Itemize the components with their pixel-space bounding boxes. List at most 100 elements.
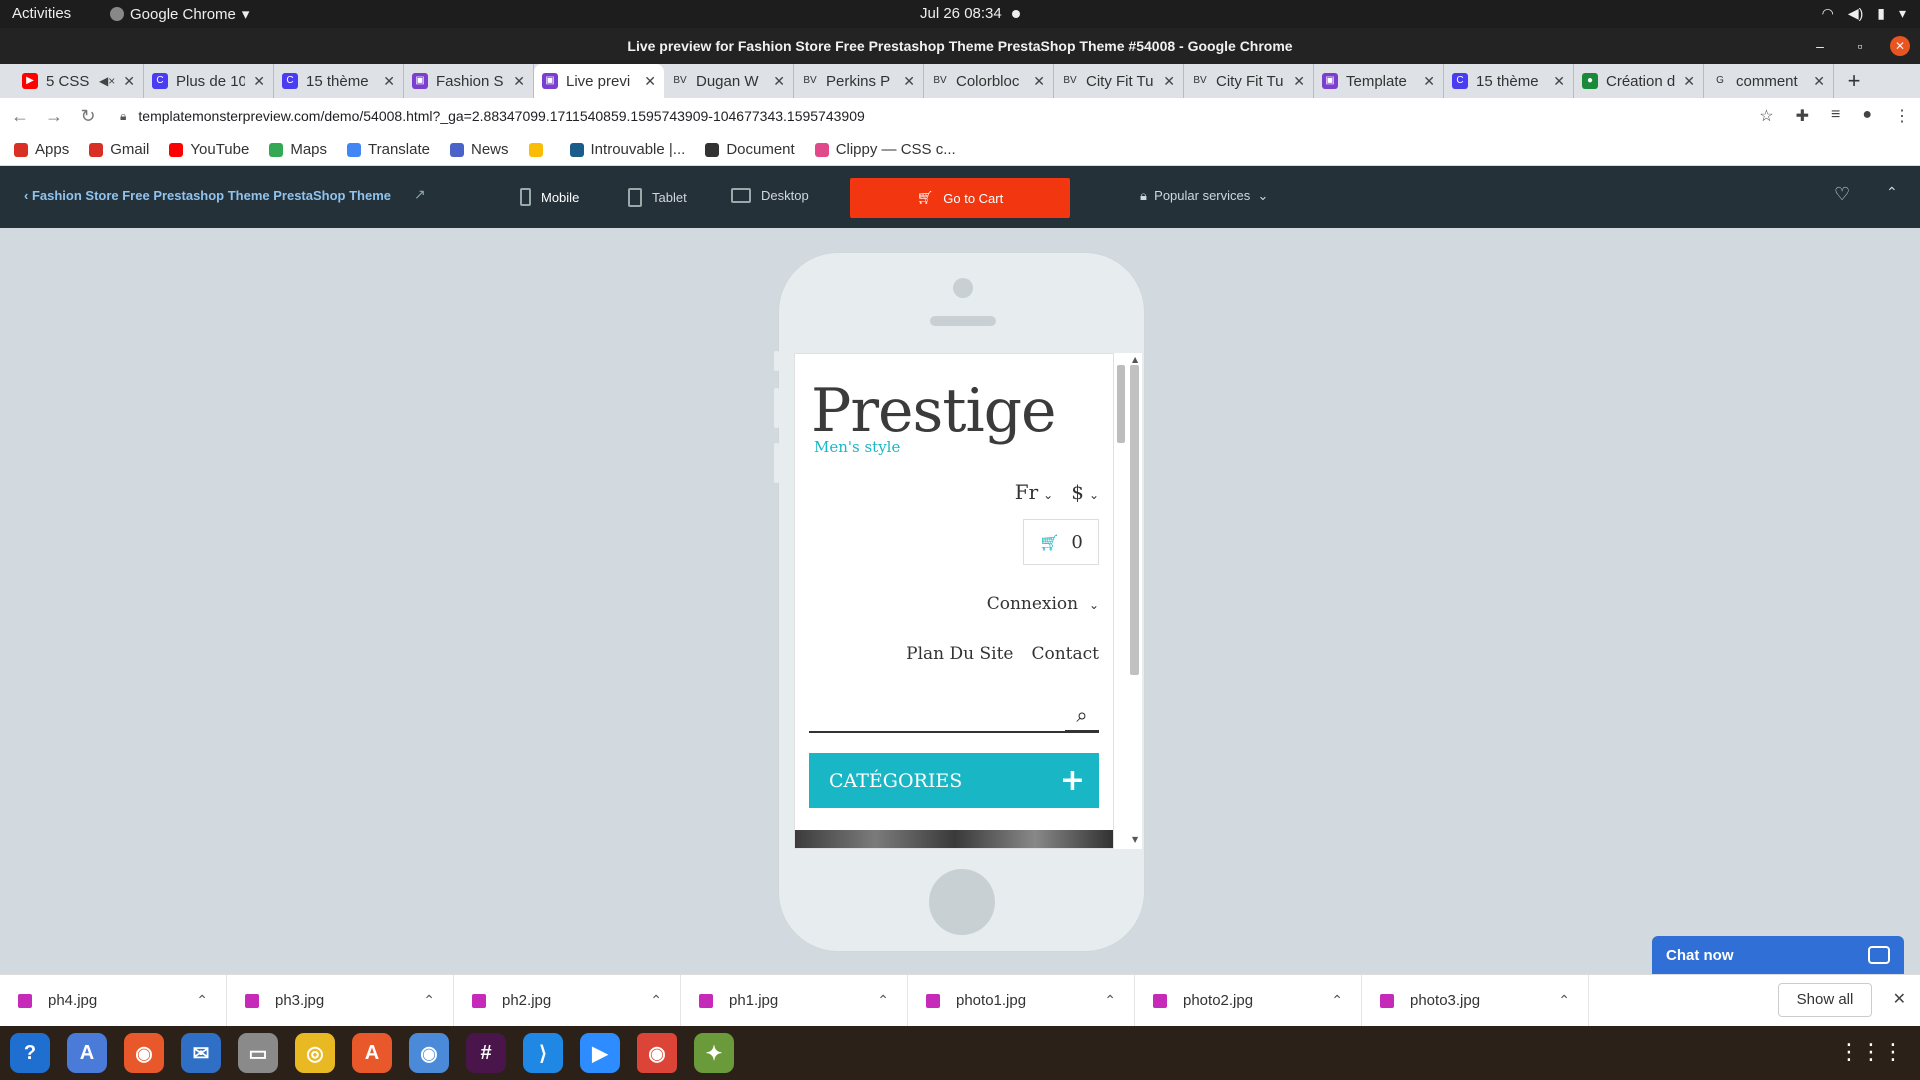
app-menu[interactable]: Google Chrome ▾ [110,5,249,23]
bookmark-item[interactable]: Maps [269,141,327,158]
outer-scroll-thumb[interactable] [1130,365,1139,675]
activities-button[interactable]: Activities [12,5,71,22]
chevron-up-icon[interactable]: ⌃ [196,992,208,1009]
browser-tab[interactable]: BV Dugan W ✕ [664,64,794,98]
browser-tab[interactable]: BV City Fit Tu ✕ [1054,64,1184,98]
device-mobile-button[interactable]: Mobile [520,188,579,206]
download-item[interactable]: photo3.jpg ⌃ [1362,974,1589,1027]
tab-close-icon[interactable]: ✕ [903,73,915,90]
device-tablet-button[interactable]: Tablet [628,188,687,207]
browser-tab[interactable]: ▣ Fashion S ✕ [404,64,534,98]
show-all-button[interactable]: Show all [1778,983,1872,1017]
bookmark-item[interactable]: Translate [347,141,430,158]
extensions-icon[interactable]: ✚ [1796,106,1809,126]
collapse-up-icon[interactable]: ⌃ [1886,184,1898,201]
browser-tab[interactable]: ▣ Template ✕ [1314,64,1444,98]
browser-tab[interactable]: BV Colorbloc ✕ [924,64,1054,98]
chevron-up-icon[interactable]: ⌃ [1558,992,1570,1009]
clock[interactable]: Jul 26 08:34 [920,5,1020,22]
download-item[interactable]: ph3.jpg ⌃ [227,974,454,1027]
browser-tab[interactable]: C Plus de 10 ✕ [144,64,274,98]
chromium-icon[interactable]: ◉ [409,1033,449,1073]
login-dropdown[interactable]: Connexion ⌄ [987,594,1099,614]
contact-link[interactable]: Contact [1031,644,1099,664]
system-tray[interactable]: ◠ ◀) ▮ ▾ [1822,5,1906,22]
chevron-up-icon[interactable]: ⌃ [650,992,662,1009]
store-logo[interactable]: Prestige [811,376,1057,446]
download-item[interactable]: ph4.jpg ⌃ [0,974,227,1027]
download-item[interactable]: ph2.jpg ⌃ [454,974,681,1027]
software-icon[interactable]: A [352,1033,392,1073]
chevron-up-icon[interactable]: ⌃ [877,992,889,1009]
bookmark-item[interactable]: News [450,141,509,158]
minimize-icon[interactable]: – [1810,28,1830,64]
new-tab-button[interactable]: + [1834,64,1874,98]
close-downloads-icon[interactable]: ✕ [1893,989,1906,1009]
thunderbird-icon[interactable]: ✉ [181,1033,221,1073]
help-icon[interactable]: ? [10,1033,50,1073]
language-selector[interactable]: Fr ⌄ [1015,480,1054,504]
download-item[interactable]: photo1.jpg ⌃ [908,974,1135,1027]
omnibox[interactable]: 🔒︎ templatemonsterpreview.com/demo/54008… [120,108,865,124]
maximize-icon[interactable]: ▫ [1850,28,1870,64]
tab-close-icon[interactable]: ✕ [123,73,135,90]
tab-close-icon[interactable]: ✕ [383,73,395,90]
browser-tab[interactable]: C 15 thème ✕ [274,64,404,98]
firefox-icon[interactable]: ◉ [124,1033,164,1073]
heart-icon[interactable]: ♡ [1834,184,1850,205]
scroll-down-arrow-icon[interactable]: ▼ [1132,835,1138,844]
translator-icon[interactable]: A [67,1033,107,1073]
browser-tab[interactable]: ▶ 5 CSS r ◀× ✕ [14,64,144,98]
chrome-icon[interactable]: ◉ [637,1033,677,1073]
tab-close-icon[interactable]: ✕ [1813,73,1825,90]
bookmark-item[interactable] [528,142,550,157]
device-desktop-button[interactable]: Desktop [731,188,809,203]
chat-now-button[interactable]: Chat now [1652,936,1904,974]
browser-tab[interactable]: BV Perkins P ✕ [794,64,924,98]
download-item[interactable]: ph1.jpg ⌃ [681,974,908,1027]
tab-close-icon[interactable]: ✕ [644,73,656,90]
lock-icon[interactable]: 🔒︎ [120,109,126,124]
media-icon[interactable]: ≡ [1831,106,1840,126]
close-window-icon[interactable]: ✕ [1890,36,1910,56]
download-item[interactable]: photo2.jpg ⌃ [1135,974,1362,1027]
bookmark-item[interactable]: Apps [14,141,69,158]
bookmark-item[interactable]: YouTube [169,141,249,158]
back-icon[interactable]: ← [6,106,34,127]
bookmark-item[interactable]: Introuvable |... [569,141,685,158]
tab-close-icon[interactable]: ✕ [1553,73,1565,90]
store-search-input[interactable]: ⌕ [809,699,1099,733]
tab-close-icon[interactable]: ✕ [253,73,265,90]
vscode-icon[interactable]: ⟩ [523,1033,563,1073]
tab-close-icon[interactable]: ✕ [773,73,785,90]
browser-tab[interactable]: ● Création d ✕ [1574,64,1704,98]
tab-close-icon[interactable]: ✕ [1033,73,1045,90]
scroll-up-arrow-icon[interactable]: ▲ [1132,355,1138,364]
preview-scrollbar[interactable]: ▲ ▼ [1114,353,1142,849]
tab-mute-icon[interactable]: ◀× [99,74,115,88]
zoom-icon[interactable]: ▶ [580,1033,620,1073]
menu-kebab-icon[interactable]: ⋮ [1894,106,1910,126]
browser-tab[interactable]: BV City Fit Tu ✕ [1184,64,1314,98]
tab-close-icon[interactable]: ✕ [1423,73,1435,90]
currency-selector[interactable]: $ ⌄ [1071,480,1099,504]
chevron-up-icon[interactable]: ⌃ [423,992,435,1009]
show-apps-grid-icon[interactable]: ⋮⋮⋮ [1838,1040,1904,1065]
forward-icon[interactable]: → [40,106,68,127]
chevron-up-icon[interactable]: ⌃ [1104,992,1116,1009]
search-icon[interactable]: ⌕ [1065,699,1099,733]
store-cart-button[interactable]: 🛒︎ 0 [1023,519,1099,565]
theme-back-link[interactable]: ‹ Fashion Store Free Prestashop Theme Pr… [24,188,391,203]
files-icon[interactable]: ▭ [238,1033,278,1073]
bookmark-item[interactable]: Clippy — CSS c... [814,141,956,158]
tab-close-icon[interactable]: ✕ [1163,73,1175,90]
external-link-icon[interactable]: ↗ [414,186,426,203]
popular-services-dropdown[interactable]: 🔒︎ Popular services ⌄ [1140,188,1268,204]
browser-tab[interactable]: Gcomment ✕ [1704,64,1834,98]
chevron-up-icon[interactable]: ⌃ [1331,992,1343,1009]
profile-avatar-icon[interactable]: ● [1862,106,1872,126]
browser-tab[interactable]: ▣ Live previ ✕ [534,64,664,98]
sitemap-link[interactable]: Plan Du Site [906,644,1013,664]
tab-close-icon[interactable]: ✕ [1293,73,1305,90]
bookmark-item[interactable]: Gmail [89,141,149,158]
